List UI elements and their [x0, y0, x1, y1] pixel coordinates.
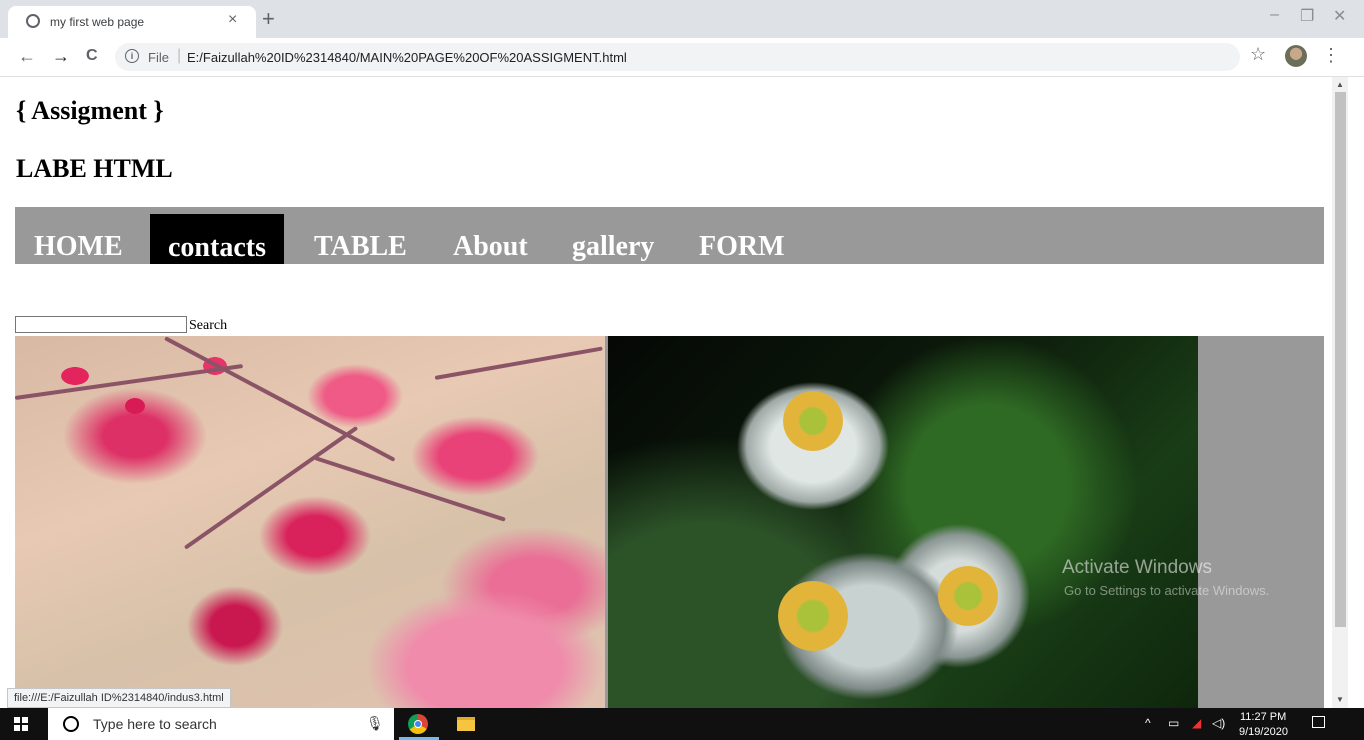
restore-button[interactable]: ❐ [1300, 6, 1314, 26]
chrome-icon[interactable] [408, 714, 428, 734]
volume-icon[interactable]: ◁) [1212, 716, 1225, 730]
windows-taskbar: Type here to search 🎙 ^ ▭ ◢ ◁) 11:27 PM … [0, 708, 1364, 740]
new-tab-button[interactable]: + [262, 6, 275, 32]
page-subheading: LABE HTML [16, 154, 173, 183]
taskbar-search-box[interactable]: Type here to search 🎙 [48, 708, 394, 740]
globe-icon [26, 14, 40, 28]
page-heading: { Assigment } [16, 96, 164, 125]
scroll-up-icon[interactable]: ▲ [1336, 80, 1344, 89]
cortana-icon [63, 716, 79, 732]
minimize-button[interactable]: – [1270, 6, 1279, 24]
url-text[interactable]: E:/Faizullah%20ID%2314840/MAIN%20PAGE%20… [187, 50, 627, 65]
clock-date[interactable]: 9/19/2020 [1239, 726, 1288, 738]
close-window-button[interactable]: ✕ [1333, 6, 1346, 26]
activate-windows-subtitle: Go to Settings to activate Windows. [1064, 583, 1270, 598]
search-label: Search [189, 318, 228, 333]
file-explorer-icon[interactable] [457, 717, 475, 731]
cherry-blossom-image[interactable] [14, 336, 605, 708]
image-gallery [14, 336, 1324, 708]
status-bar-url: file:///E:/Faizullah ID%2314840/indus3.h… [7, 688, 231, 708]
nav-home[interactable]: HOME [34, 231, 123, 263]
browser-tab[interactable]: my first web page × [8, 6, 256, 38]
nav-form[interactable]: FORM [699, 231, 785, 263]
search-input[interactable] [15, 316, 187, 333]
menu-dots-icon[interactable]: ⋮ [1322, 45, 1340, 66]
scheme-label: File [148, 50, 169, 65]
nav-gallery[interactable]: gallery [572, 231, 654, 263]
nav-about[interactable]: About [453, 231, 528, 263]
bookmark-star-icon[interactable]: ☆ [1250, 44, 1266, 65]
address-bar[interactable]: i File | E:/Faizullah%20ID%2314840/MAIN%… [115, 43, 1240, 71]
tab-close-icon[interactable]: × [228, 11, 237, 29]
clock-time[interactable]: 11:27 PM [1240, 711, 1286, 723]
activate-windows-title: Activate Windows [1062, 557, 1212, 578]
scroll-down-icon[interactable]: ▼ [1336, 695, 1344, 704]
browser-toolbar: ← → C i File | E:/Faizullah%20ID%2314840… [0, 38, 1364, 77]
info-icon[interactable]: i [125, 49, 139, 63]
profile-avatar[interactable] [1285, 45, 1307, 67]
windows-start-icon[interactable] [14, 717, 28, 731]
chevron-up-icon[interactable]: ^ [1145, 716, 1151, 730]
back-button[interactable]: ← [18, 46, 36, 67]
forward-button[interactable]: → [52, 46, 70, 67]
nav-bar: HOME contacts TABLE About gallery FORM [15, 207, 1324, 264]
reload-button[interactable]: C [86, 47, 98, 65]
microphone-icon[interactable]: 🎙 [366, 715, 384, 732]
network-icon[interactable]: ◢ [1192, 716, 1201, 730]
scrollbar-thumb[interactable] [1335, 92, 1346, 627]
tab-title: my first web page [50, 15, 145, 29]
tab-strip: my first web page × + – ❐ ✕ [0, 0, 1364, 38]
glass-flower-image[interactable] [608, 336, 1198, 708]
divider: | [177, 47, 182, 64]
page-viewport: { Assigment } LABE HTML HOME contacts TA… [0, 77, 1332, 708]
battery-icon[interactable]: ▭ [1168, 716, 1179, 730]
taskbar-search-placeholder: Type here to search [93, 716, 217, 732]
nav-contacts[interactable]: contacts [150, 214, 284, 264]
nav-table[interactable]: TABLE [314, 231, 407, 263]
notifications-icon[interactable] [1312, 716, 1325, 728]
